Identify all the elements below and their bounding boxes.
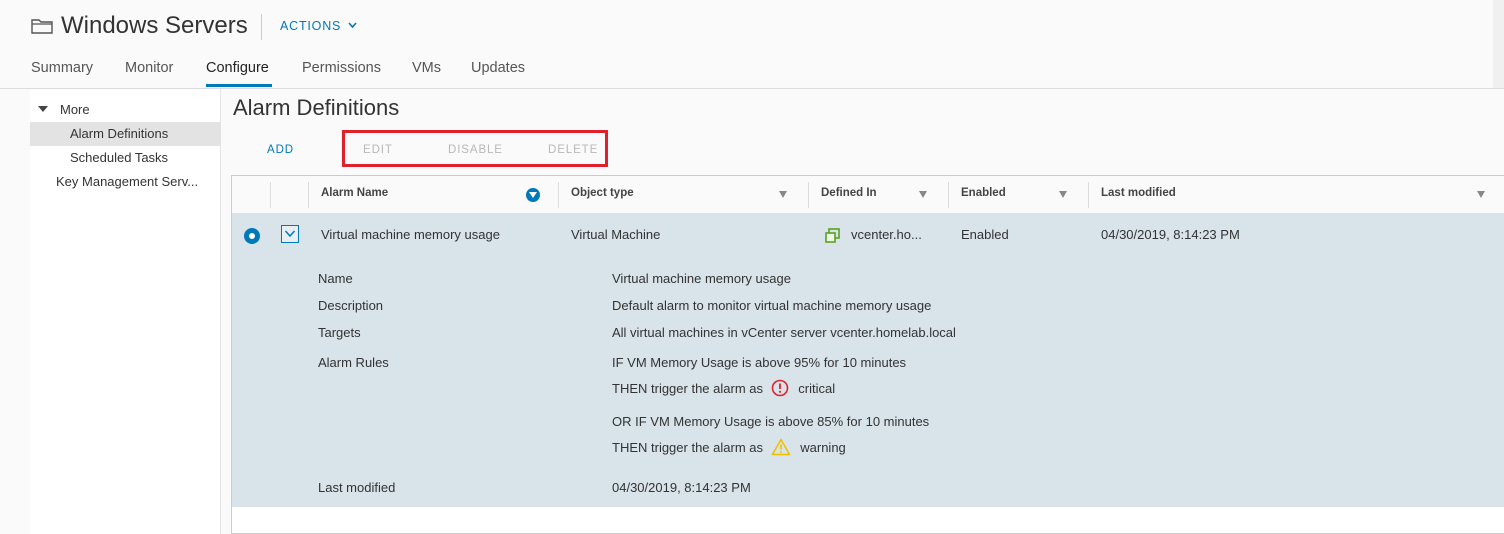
detail-label-last-modified: Last modified bbox=[318, 480, 396, 495]
column-divider bbox=[270, 182, 271, 208]
sidebar-group-more[interactable]: More bbox=[38, 102, 90, 117]
tab-vms[interactable]: VMs bbox=[412, 60, 441, 76]
actions-button[interactable]: ACTIONS bbox=[280, 19, 358, 33]
cell-alarm-name: Virtual machine memory usage bbox=[321, 227, 500, 242]
filter-icon[interactable] bbox=[919, 191, 927, 198]
vcenter-icon bbox=[825, 228, 840, 243]
folder-icon bbox=[31, 19, 53, 34]
rule2-condition: OR IF VM Memory Usage is above 85% for 1… bbox=[612, 414, 930, 429]
rule1-action-text: THEN trigger the alarm as bbox=[612, 381, 763, 396]
row-select-radio[interactable] bbox=[244, 228, 260, 244]
rule2-action-text: THEN trigger the alarm as bbox=[612, 440, 763, 455]
rule1-condition: IF VM Memory Usage is above 95% for 10 m… bbox=[612, 355, 907, 370]
title-divider bbox=[261, 14, 262, 40]
filter-icon[interactable] bbox=[1477, 191, 1485, 198]
sidebar: More Alarm Definitions Scheduled Tasks K… bbox=[30, 89, 221, 534]
caret-down-icon bbox=[38, 106, 48, 112]
table-row[interactable]: Virtual machine memory usage Virtual Mac… bbox=[232, 213, 1504, 507]
critical-icon bbox=[771, 379, 788, 397]
rule1-action: THEN trigger the alarm as critical bbox=[612, 379, 835, 397]
detail-label-description: Description bbox=[318, 298, 384, 313]
detail-label-alarm-rules: Alarm Rules bbox=[318, 355, 389, 370]
page-title: Windows Servers bbox=[61, 12, 248, 39]
detail-label-name: Name bbox=[318, 271, 353, 286]
tab-configure[interactable]: Configure bbox=[206, 60, 269, 76]
column-header-alarm-name[interactable]: Alarm Name bbox=[321, 187, 388, 199]
actions-label: ACTIONS bbox=[280, 19, 342, 33]
detail-value-targets: All virtual machines in vCenter server v… bbox=[612, 325, 956, 340]
detail-value-name: Virtual machine memory usage bbox=[612, 271, 791, 286]
filter-active-icon[interactable] bbox=[526, 188, 540, 202]
filter-icon[interactable] bbox=[1059, 191, 1067, 198]
sidebar-item-alarm-definitions[interactable]: Alarm Definitions bbox=[30, 122, 220, 146]
column-divider[interactable] bbox=[808, 182, 809, 208]
chevron-down-icon bbox=[284, 230, 296, 238]
detail-label-targets: Targets bbox=[318, 325, 361, 340]
rule2-action: THEN trigger the alarm as warning bbox=[612, 438, 846, 456]
sidebar-item-scheduled-tasks[interactable]: Scheduled Tasks bbox=[30, 146, 220, 170]
detail-value-description: Default alarm to monitor virtual machine… bbox=[612, 298, 932, 313]
tab-summary[interactable]: Summary bbox=[31, 60, 93, 76]
warning-icon bbox=[771, 438, 790, 456]
highlight-box bbox=[342, 130, 608, 167]
cell-defined-in[interactable]: vcenter.ho... bbox=[851, 227, 922, 242]
grid-header: Alarm Name Object type Defined In Enable… bbox=[232, 176, 1504, 214]
column-divider bbox=[308, 182, 309, 208]
tab-monitor[interactable]: Monitor bbox=[125, 60, 173, 76]
column-divider[interactable] bbox=[1088, 182, 1089, 208]
column-header-object-type[interactable]: Object type bbox=[571, 187, 634, 199]
row-expand-toggle[interactable] bbox=[281, 225, 299, 243]
tab-updates[interactable]: Updates bbox=[471, 60, 525, 76]
sidebar-item-key-management[interactable]: Key Management Serv... bbox=[30, 170, 220, 194]
column-divider[interactable] bbox=[948, 182, 949, 208]
detail-value-last-modified: 04/30/2019, 8:14:23 PM bbox=[612, 480, 751, 495]
page-header: Windows Servers ACTIONS Summary Monitor … bbox=[0, 0, 1504, 89]
alarm-grid: Alarm Name Object type Defined In Enable… bbox=[231, 175, 1504, 534]
column-header-defined-in[interactable]: Defined In bbox=[821, 187, 877, 199]
active-tab-indicator bbox=[206, 84, 272, 87]
tab-permissions[interactable]: Permissions bbox=[302, 60, 381, 76]
cell-last-modified: 04/30/2019, 8:14:23 PM bbox=[1101, 227, 1240, 242]
add-button[interactable]: ADD bbox=[267, 144, 294, 156]
column-header-last-modified[interactable]: Last modified bbox=[1101, 187, 1176, 199]
cell-enabled: Enabled bbox=[961, 227, 1009, 242]
cell-object-type: Virtual Machine bbox=[571, 227, 661, 242]
sidebar-group-label: More bbox=[60, 102, 90, 117]
column-divider[interactable] bbox=[558, 182, 559, 208]
column-header-enabled[interactable]: Enabled bbox=[961, 187, 1006, 199]
filter-icon[interactable] bbox=[779, 191, 787, 198]
scrollbar[interactable] bbox=[1493, 0, 1504, 88]
chevron-down-icon bbox=[348, 22, 358, 29]
section-title: Alarm Definitions bbox=[233, 95, 400, 120]
rule2-severity: warning bbox=[800, 440, 846, 455]
rule1-severity: critical bbox=[798, 381, 836, 396]
